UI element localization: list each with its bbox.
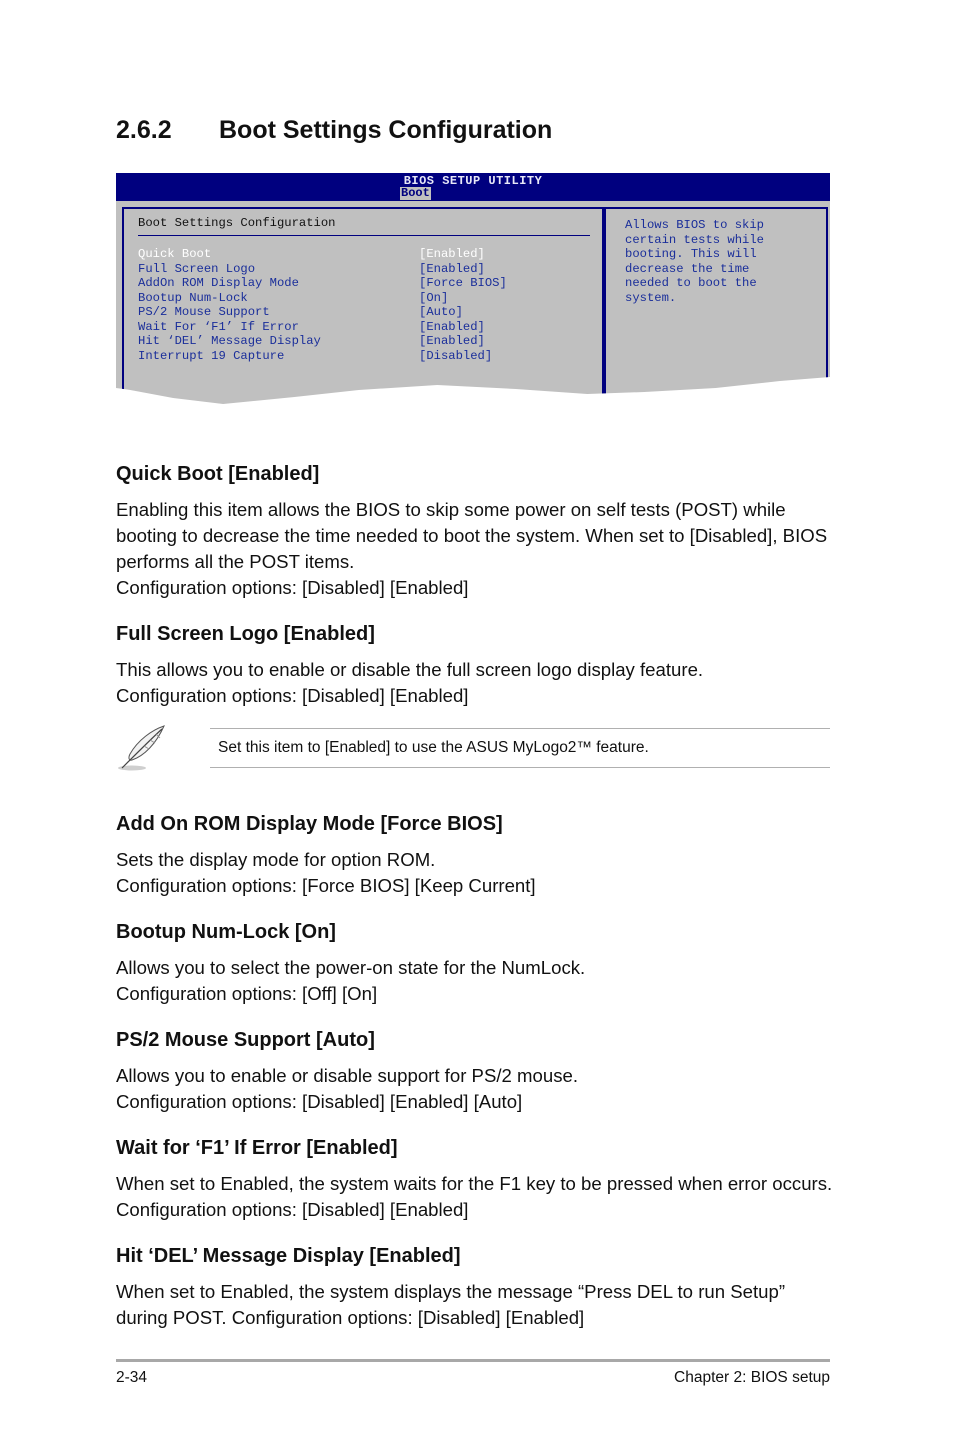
heading-bootup-num-lock: Bootup Num-Lock [On] — [116, 921, 336, 943]
heading-addon-rom-display-mode: Add On ROM Display Mode [Force BIOS] — [116, 813, 503, 835]
para-full-screen-logo: This allows you to enable or disable the… — [116, 659, 704, 706]
para-bootup-num-lock: Allows you to select the power-on state … — [116, 957, 586, 1004]
heading-full-screen-logo: Full Screen Logo [Enabled] — [116, 623, 375, 645]
section-number: 2.6.2 — [116, 116, 172, 144]
footer-divider — [116, 1359, 830, 1362]
chapter-label: Chapter 2: BIOS setup — [674, 1369, 830, 1386]
bios-item-ps2-mouse-support[interactable]: PS/2 Mouse Support [Auto] — [138, 305, 598, 320]
bios-item-list: Quick Boot [Enabled] Full Screen Logo [Ena… — [138, 247, 598, 363]
para-ps2-mouse-support: Allows you to enable or disable support … — [116, 1065, 579, 1112]
bios-screenshot: BIOS SETUP UTILITY Boot Boot Settings Co… — [116, 173, 830, 405]
bios-tab-boot[interactable]: Boot — [400, 187, 431, 200]
bios-body: Boot Settings Configuration Quick Boot [E… — [116, 201, 830, 404]
bios-item-hit-del-message[interactable]: Hit ‘DEL’ Message Display [Enabled] — [138, 334, 598, 349]
para-quick-boot: Enabling this item allows the BIOS to sk… — [116, 499, 828, 598]
para-addon-rom-display-mode: Sets the display mode for option ROM. Co… — [116, 849, 536, 896]
section-title: 2.6.2 Boot Settings Configuration — [116, 116, 552, 145]
note-text: Set this item to [Enabled] to use the AS… — [218, 739, 649, 756]
bios-item-quick-boot[interactable]: Quick Boot [Enabled] — [138, 247, 598, 262]
bios-help-text: Allows BIOS to skip certain tests while … — [625, 218, 764, 305]
bios-item-full-screen-logo[interactable]: Full Screen Logo [Enabled] — [138, 262, 598, 277]
heading-quick-boot: Quick Boot [Enabled] — [116, 463, 320, 485]
bios-item-bootup-num-lock[interactable]: Bootup Num-Lock [On] — [138, 291, 598, 306]
bios-divider — [138, 235, 590, 236]
bios-header: BIOS SETUP UTILITY Boot — [116, 173, 830, 201]
para-hit-del-message: When set to Enabled, the system displays… — [116, 1281, 786, 1328]
note-box: Set this item to [Enabled] to use the AS… — [116, 725, 830, 771]
note-text-frame: Set this item to [Enabled] to use the AS… — [210, 728, 830, 768]
bios-title: BIOS SETUP UTILITY — [403, 174, 543, 188]
heading-wait-for-f1: Wait for ‘F1’ If Error [Enabled] — [116, 1137, 398, 1159]
bios-item-wait-for-f1[interactable]: Wait For ‘F1’ If Error [Enabled] — [138, 320, 598, 335]
para-wait-for-f1: When set to Enabled, the system waits fo… — [116, 1173, 833, 1220]
bios-panel-heading: Boot Settings Configuration — [138, 216, 336, 230]
heading-ps2-mouse-support: PS/2 Mouse Support [Auto] — [116, 1029, 375, 1051]
feather-pen-icon — [118, 725, 165, 771]
bios-item-addon-rom-display-mode[interactable]: AddOn ROM Display Mode [Force BIOS] — [138, 276, 598, 291]
heading-hit-del-message: Hit ‘DEL’ Message Display [Enabled] — [116, 1245, 461, 1267]
page-number: 2-34 — [116, 1369, 148, 1386]
bios-help-panel: Allows BIOS to skip certain tests while … — [604, 207, 828, 399]
bios-settings-panel: Boot Settings Configuration Quick Boot [E… — [122, 207, 604, 399]
bios-item-interrupt-19-capture[interactable]: Interrupt 19 Capture [Disabled] — [138, 349, 598, 364]
section-heading: Boot Settings Configuration — [219, 116, 553, 144]
